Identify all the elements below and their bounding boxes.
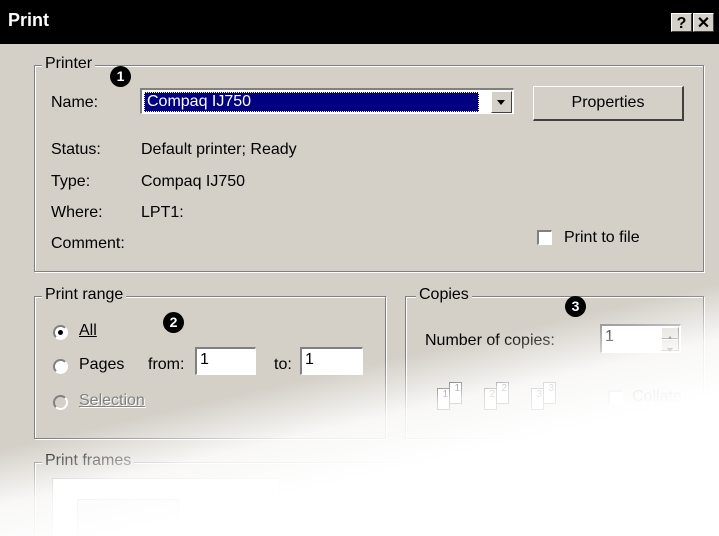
all-radio[interactable]	[53, 325, 68, 340]
callout-1: 1	[110, 66, 131, 87]
printer-legend: Printer	[42, 55, 96, 73]
properties-button[interactable]: Properties	[533, 86, 684, 121]
comment-label: Comment:	[51, 235, 125, 252]
title-bar: Print ? ✕	[0, 0, 719, 44]
to-label: to:	[274, 356, 292, 373]
name-label: Name:	[51, 94, 99, 111]
from-label: from:	[148, 356, 185, 373]
print-dialog: Print ? ✕ Printer 1 Name: Compaq IJ750 P…	[0, 0, 719, 536]
copies-legend: Copies	[416, 286, 472, 304]
copies-spinner[interactable]: 1	[600, 324, 681, 353]
close-button[interactable]: ✕	[693, 13, 714, 32]
page-icon: 1	[449, 382, 462, 404]
copies-value: 1	[605, 328, 614, 345]
where-label: Where:	[51, 204, 103, 221]
all-label[interactable]: All	[79, 322, 97, 340]
print-to-file-checkbox[interactable]	[537, 230, 552, 245]
help-button[interactable]: ?	[671, 13, 692, 32]
frame-preview-inner	[77, 499, 179, 536]
print-range-legend: Print range	[42, 286, 127, 304]
collate-checkbox[interactable]	[608, 390, 623, 405]
number-of-copies-label: Number of copies:	[425, 332, 555, 349]
collate-label[interactable]: Collate	[632, 388, 682, 406]
print-frames-legend: Print frames	[42, 452, 135, 470]
from-input[interactable]: 1	[195, 347, 256, 375]
selection-label[interactable]: Selection	[79, 392, 145, 410]
to-input[interactable]: 1	[300, 347, 363, 375]
spin-up-button[interactable]	[661, 327, 679, 340]
page-icon: 3	[543, 382, 556, 404]
window-title: Print	[8, 10, 50, 30]
callout-2: 2	[163, 312, 184, 333]
pages-label[interactable]: Pages	[79, 356, 124, 374]
print-to-file-label[interactable]: Print to file	[564, 229, 640, 247]
status-value: Default printer; Ready	[141, 141, 297, 158]
arrow-down-icon	[667, 348, 673, 352]
status-label: Status:	[51, 141, 101, 158]
frame-preview	[52, 478, 280, 536]
chevron-down-icon	[497, 100, 505, 105]
copies-group	[405, 296, 704, 439]
spin-down-button[interactable]	[661, 339, 679, 352]
printer-name-combo[interactable]: Compaq IJ750	[140, 88, 514, 114]
printer-name-value: Compaq IJ750	[144, 92, 479, 112]
dropdown-button[interactable]	[491, 91, 512, 113]
selection-radio[interactable]	[53, 395, 68, 410]
page-icon: 2	[496, 382, 509, 404]
callout-3: 3	[565, 296, 586, 317]
type-label: Type:	[51, 173, 91, 190]
type-value: Compaq IJ750	[141, 173, 246, 190]
where-value: LPT1:	[141, 204, 184, 221]
pages-radio[interactable]	[53, 359, 68, 374]
